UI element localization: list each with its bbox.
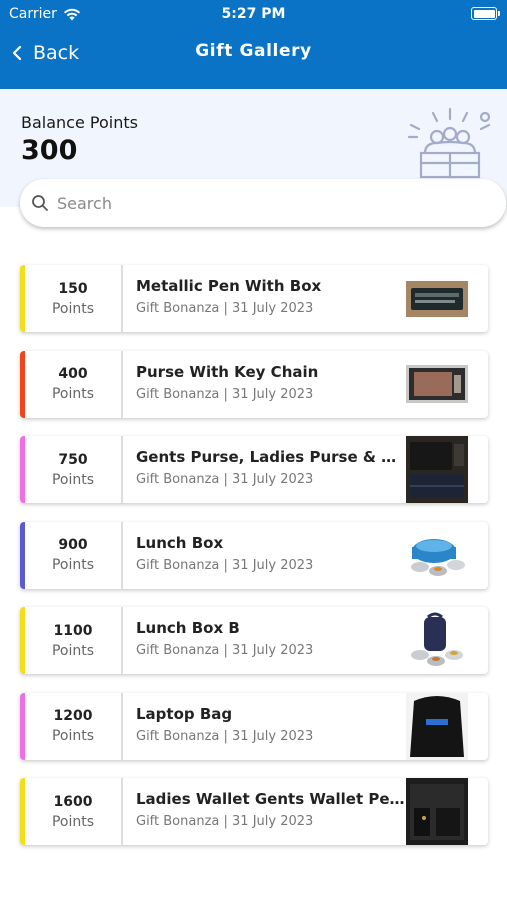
- gift-meta: Gift Bonanza | 31 July 2023: [136, 814, 314, 829]
- gift-info: Lunch Box Gift Bonanza | 31 July 2023: [123, 522, 406, 589]
- search-bar[interactable]: Search: [20, 179, 506, 227]
- balance-label: Balance Points: [21, 113, 138, 132]
- gift-card[interactable]: 750 Points Gents Purse, Ladies Purse & K…: [20, 436, 488, 503]
- points-value: 1200: [53, 708, 93, 724]
- gift-name: Purse With Key Chain: [136, 362, 319, 381]
- gift-name: Lunch Box B: [136, 619, 240, 637]
- battery-icon: [471, 7, 500, 20]
- gift-name: Laptop Bag: [136, 704, 233, 723]
- lunch-box-thumbnail: [406, 522, 468, 589]
- gift-card[interactable]: 150 Points Metallic Pen With Box Gift Bo…: [20, 265, 488, 332]
- gift-card[interactable]: 400 Points Purse With Key Chain Gift Bon…: [20, 350, 488, 418]
- points-unit: Points: [51, 300, 95, 317]
- gift-info: Gents Purse, Ladies Purse & Key ... Gift…: [123, 436, 406, 503]
- gift-meta: Gift Bonanza | 31 July 2023: [136, 643, 314, 658]
- points-box: 1100 Points: [25, 607, 123, 674]
- purse-set-thumbnail: [406, 436, 468, 503]
- points-unit: Points: [51, 813, 95, 830]
- page-title: Gift Gallery: [195, 41, 312, 61]
- gift-list: 150 Points Metallic Pen With Box Gift Bo…: [20, 265, 488, 864]
- gift-name: Metallic Pen With Box: [136, 277, 322, 295]
- gift-card[interactable]: 1600 Points Ladies Wallet Gents Wallet P…: [20, 778, 488, 845]
- gift-meta: Gift Bonanza | 31 July 2023: [136, 301, 314, 316]
- points-box: 750 Points: [25, 436, 123, 503]
- gift-name: Ladies Wallet Gents Wallet Pen ...: [136, 790, 406, 808]
- celebration-gift-icon: [407, 107, 491, 179]
- purse-thumbnail: [406, 351, 468, 418]
- status-time: 5:27 PM: [221, 6, 286, 22]
- points-box: 900 Points: [25, 521, 123, 589]
- points-unit: Points: [51, 642, 95, 659]
- gift-info: Ladies Wallet Gents Wallet Pen ... Gift …: [123, 778, 406, 845]
- gift-info: Purse With Key Chain Gift Bonanza | 31 J…: [123, 351, 406, 418]
- points-value: 750: [58, 451, 88, 468]
- gift-info: Laptop Bag Gift Bonanza | 31 July 2023: [123, 693, 406, 760]
- points-unit: Points: [51, 386, 95, 402]
- gift-name: Lunch Box: [136, 533, 224, 552]
- gift-card[interactable]: 900 Points Lunch Box Gift Bonanza | 31 J…: [20, 521, 488, 589]
- points-box: 400 Points: [25, 350, 123, 418]
- points-value: 150: [58, 280, 88, 297]
- gift-info: Lunch Box B Gift Bonanza | 31 July 2023: [123, 607, 406, 674]
- navigation-header: Carrier 5:27 PM Back Gift Gallery: [0, 0, 507, 89]
- status-bar: Carrier 5:27 PM: [0, 0, 507, 28]
- search-icon: [32, 195, 48, 211]
- points-unit: Points: [51, 471, 95, 488]
- points-box: 1600 Points: [25, 778, 123, 845]
- gift-meta: Gift Bonanza | 31 July 2023: [136, 557, 314, 573]
- search-input[interactable]: Search: [57, 194, 112, 213]
- points-value: 900: [58, 537, 88, 553]
- gift-meta: Gift Bonanza | 31 July 2023: [136, 386, 314, 402]
- gift-card[interactable]: 1100 Points Lunch Box B Gift Bonanza | 3…: [20, 607, 488, 674]
- balance-value: 300: [21, 135, 78, 166]
- wallet-set-thumbnail: [406, 778, 468, 845]
- lunch-box-b-thumbnail: [406, 607, 468, 674]
- points-value: 1100: [53, 622, 93, 639]
- gift-card[interactable]: 1200 Points Laptop Bag Gift Bonanza | 31…: [20, 692, 488, 760]
- gift-meta: Gift Bonanza | 31 July 2023: [136, 728, 314, 744]
- pen-box-thumbnail: [406, 265, 468, 332]
- points-value: 400: [58, 366, 88, 382]
- points-box: 150 Points: [25, 265, 123, 332]
- points-unit: Points: [51, 728, 95, 744]
- gift-info: Metallic Pen With Box Gift Bonanza | 31 …: [123, 265, 406, 332]
- gift-meta: Gift Bonanza | 31 July 2023: [136, 472, 314, 487]
- points-value: 1600: [53, 793, 93, 810]
- points-unit: Points: [51, 557, 95, 573]
- gift-name: Gents Purse, Ladies Purse & Key ...: [136, 448, 406, 466]
- points-box: 1200 Points: [25, 692, 123, 760]
- laptop-bag-thumbnail: [406, 692, 468, 760]
